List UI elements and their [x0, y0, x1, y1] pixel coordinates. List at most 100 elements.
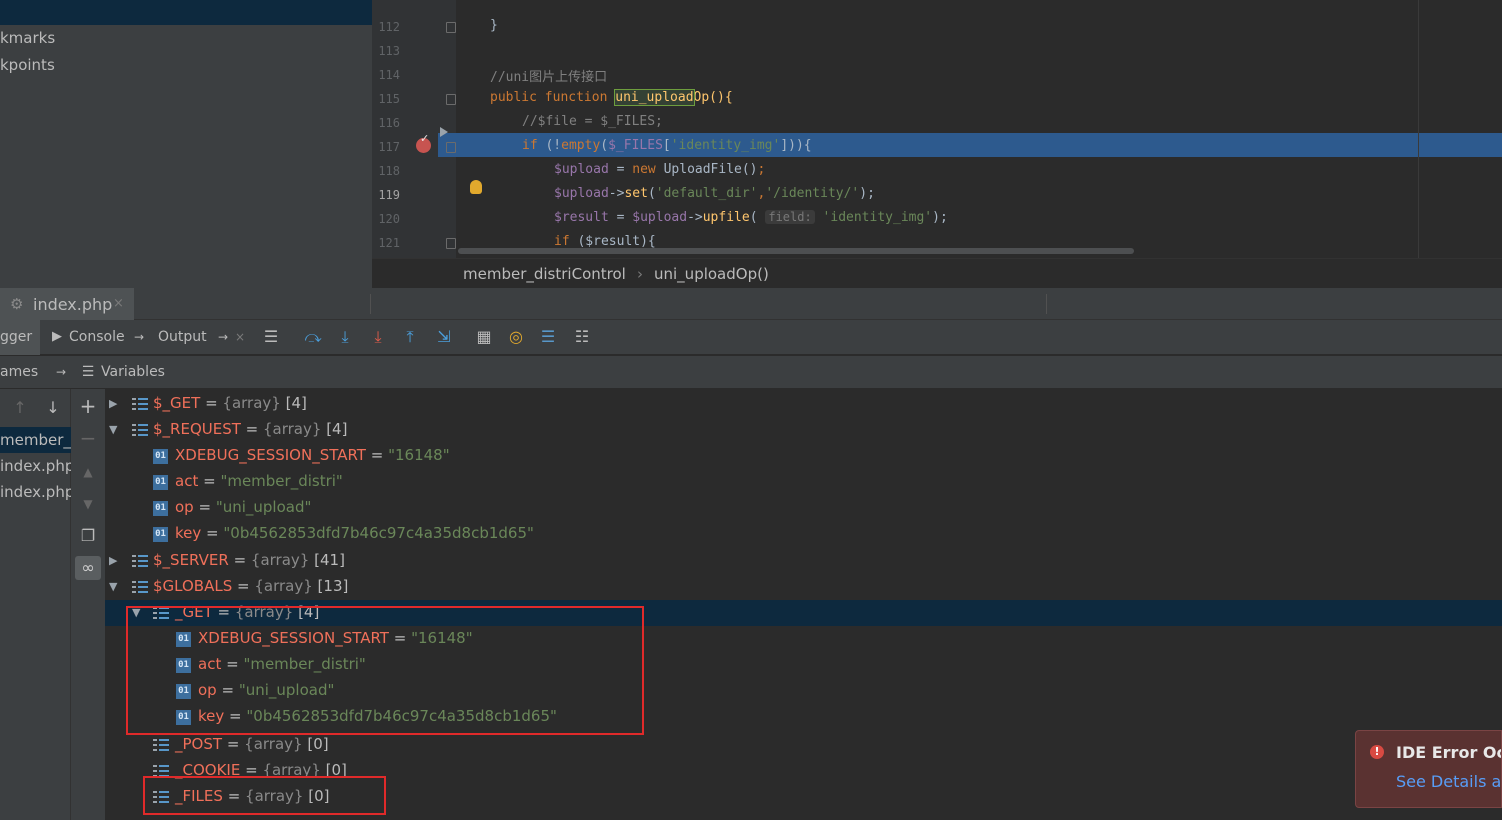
line-number: 114 — [378, 68, 400, 82]
pin-arrow-icon[interactable]: → — [128, 326, 150, 348]
move-down-icon[interactable]: ▼ — [77, 493, 99, 515]
variables-label[interactable]: Variables — [101, 364, 165, 380]
tab-label: index.php — [33, 295, 113, 314]
run-to-cursor-icon[interactable]: ⇲ — [433, 326, 455, 348]
error-title: IDE Error Occu — [1396, 743, 1501, 762]
glasses-icon: ∞ — [81, 558, 95, 577]
line-number: 121 — [378, 236, 400, 250]
frame-item[interactable]: index.php: — [0, 479, 71, 505]
frames-list-icon[interactable]: ☰ — [537, 326, 559, 348]
variable-row[interactable]: ▼ $GLOBALS = {array} [13] — [105, 574, 1502, 600]
collapse-arrow-icon[interactable]: ▼ — [109, 580, 117, 593]
evaluate-expression-icon[interactable]: ▦ — [473, 326, 495, 348]
line-number: 120 — [378, 212, 400, 226]
remove-watch-icon[interactable]: − — [77, 427, 99, 449]
pin-arrow-icon[interactable]: → — [50, 361, 72, 383]
project-item-breakpoints[interactable]: kpoints — [0, 56, 55, 74]
tab-debugger[interactable]: gger — [0, 320, 40, 355]
variable-row[interactable]: _POST = {array} [0] — [105, 732, 1502, 758]
line-number: 113 — [378, 44, 400, 58]
code-line-115[interactable]: public function uni_uploadOp(){ — [490, 89, 733, 106]
frames-variables-header: ames → ☰ Variables — [0, 356, 1502, 389]
frame-item[interactable]: index.php: — [0, 453, 71, 479]
fold-marker-icon[interactable] — [446, 22, 456, 33]
variables-icon: ☰ — [81, 364, 95, 380]
variable-row[interactable]: ▼ $_REQUEST = {array} [4] — [105, 417, 1502, 443]
arrow-up-icon[interactable]: ↑ — [9, 397, 31, 419]
step-into-icon[interactable]: ⤓ — [334, 326, 356, 348]
variable-row[interactable]: ▶ $_SERVER = {array} [41] — [105, 548, 1502, 574]
string-icon: 01 — [153, 527, 168, 542]
frame-item[interactable]: member_d — [0, 427, 71, 453]
step-out-icon[interactable]: ⤒ — [399, 326, 421, 348]
move-up-icon[interactable]: ▲ — [77, 461, 99, 483]
collapse-arrow-icon[interactable]: ▼ — [109, 423, 117, 436]
execution-arrow-icon — [440, 127, 448, 137]
tab-output[interactable]: Output — [158, 329, 207, 345]
ide-error-notification[interactable]: ! IDE Error Occu See Details and — [1355, 730, 1502, 808]
console-icon: ▶ — [52, 329, 62, 344]
expand-arrow-icon[interactable]: ▶ — [109, 554, 117, 567]
php-file-icon: ⚙ — [10, 295, 24, 313]
close-icon[interactable]: × — [229, 326, 251, 348]
breadcrumb-separator: › — [637, 265, 643, 283]
line-number: 116 — [378, 116, 400, 130]
string-icon: 01 — [153, 475, 168, 490]
annotation-box-globals-get — [126, 606, 644, 735]
frames-list: ↑ ↓ member_d index.php: index.php: — [0, 389, 71, 820]
copy-icon[interactable]: ❐ — [77, 525, 99, 547]
arrow-down-icon[interactable]: ↓ — [42, 397, 64, 419]
fold-marker-icon[interactable] — [446, 94, 456, 105]
code-line-119[interactable]: $upload->set('default_dir','/identity/')… — [554, 186, 875, 201]
line-number: 112 — [378, 20, 400, 34]
frames-label[interactable]: ames — [0, 364, 38, 380]
tab-divider — [370, 294, 371, 314]
project-panel-selection-strip — [0, 0, 372, 25]
code-line-121[interactable]: if ($result){ — [554, 234, 656, 249]
watches-toggle[interactable]: ∞ — [75, 556, 101, 580]
list-icon[interactable]: ☰ — [260, 326, 282, 348]
code-editor[interactable]: 112 113 114 115 116 117 118 119 120 121 … — [372, 0, 1502, 258]
array-icon — [132, 554, 148, 569]
code-line-114[interactable]: //uni图片上传接口 — [490, 66, 607, 85]
close-icon[interactable]: × — [113, 296, 124, 311]
variables-tree[interactable]: ▶ $_GET = {array} [4] ▼ $_REQUEST = {arr… — [105, 389, 1502, 820]
debug-tab-bar: ⚙ index.php × — [0, 288, 1502, 320]
fold-marker-icon[interactable] — [446, 238, 456, 249]
watch-icon[interactable]: ◎ — [505, 326, 527, 348]
array-icon — [132, 580, 148, 595]
horizontal-scrollbar[interactable] — [458, 248, 1134, 254]
force-step-into-icon[interactable]: ⤓ — [367, 326, 389, 348]
project-panel: kmarks kpoints — [0, 0, 372, 288]
code-line-117[interactable]: if (!empty($_FILES['identity_img'])){ — [522, 138, 812, 153]
variable-row[interactable]: 01 XDEBUG_SESSION_START = "16148" — [105, 443, 1502, 469]
code-line-118[interactable]: $upload = new UploadFile(); — [554, 162, 765, 177]
tab-console[interactable]: Console — [69, 329, 125, 345]
breadcrumb-class[interactable]: member_distriControl — [463, 265, 626, 283]
variable-row[interactable]: 01 act = "member_distri" — [105, 469, 1502, 495]
project-item-bookmarks[interactable]: kmarks — [0, 29, 55, 47]
breakpoint-check-icon: ✓ — [420, 132, 430, 145]
variable-row[interactable]: ▶ $_GET = {array} [4] — [105, 391, 1502, 417]
right-margin-guide — [1418, 0, 1419, 258]
variable-row[interactable]: 01 key = "0b4562853dfd7b46c97c4a35d8cb1d… — [105, 521, 1502, 547]
expand-arrow-icon[interactable]: ▶ — [109, 397, 117, 410]
tab-index-php[interactable]: ⚙ index.php × — [0, 288, 134, 320]
tab-divider — [1046, 294, 1047, 314]
variable-row[interactable]: 01 op = "uni_upload" — [105, 495, 1502, 521]
array-icon — [153, 738, 169, 753]
breadcrumb: member_distriControl › uni_uploadOp() — [372, 258, 1502, 288]
fold-marker-icon[interactable] — [446, 142, 456, 153]
string-icon: 01 — [153, 501, 168, 516]
add-watch-icon[interactable]: + — [77, 395, 99, 417]
breadcrumb-method[interactable]: uni_uploadOp() — [654, 265, 769, 283]
settings-list-icon[interactable]: ☷ — [571, 326, 593, 348]
array-icon — [132, 423, 148, 438]
code-line-112[interactable]: } — [490, 18, 498, 33]
step-over-icon[interactable]: ⤼ — [302, 326, 324, 348]
see-details-link[interactable]: See Details and — [1396, 772, 1501, 791]
code-line-116[interactable]: //$file = $_FILES; — [522, 114, 663, 129]
line-number: 119 — [378, 188, 400, 202]
lightbulb-icon[interactable] — [470, 180, 482, 194]
code-line-120[interactable]: $result = $upload->upfile( field: 'ident… — [554, 210, 948, 225]
